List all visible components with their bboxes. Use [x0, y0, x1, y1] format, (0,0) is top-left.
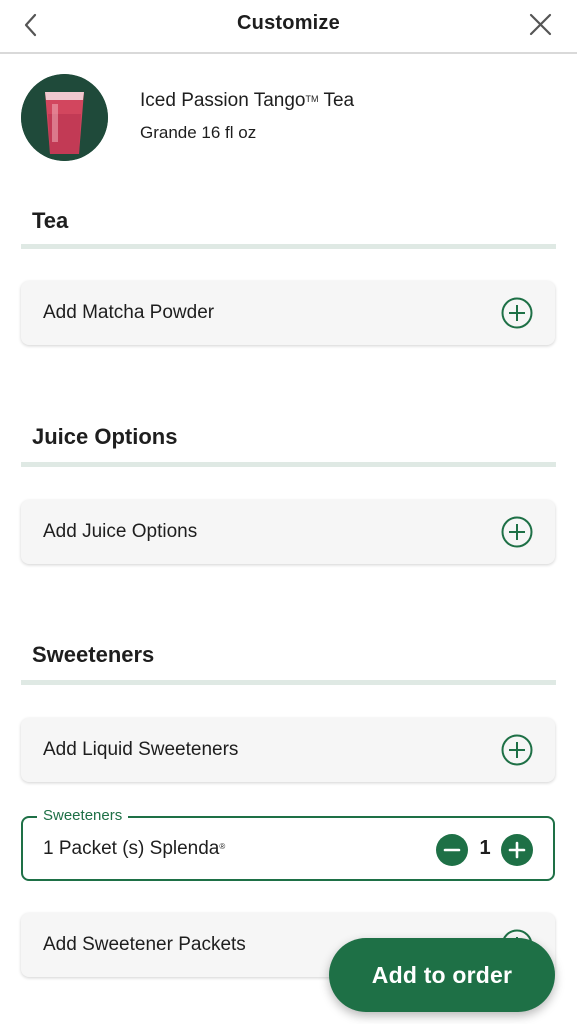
decrease-quantity-button[interactable] — [436, 834, 468, 866]
add-circle-icon[interactable] — [501, 734, 533, 766]
selected-sweetener-label: 1 Packet (s) Splenda® — [43, 838, 226, 859]
close-icon[interactable] — [525, 10, 555, 40]
add-to-order-button[interactable]: Add to order — [329, 938, 555, 1012]
option-label: Add Sweetener Packets — [43, 934, 246, 955]
quantity-value: 1 — [479, 837, 491, 859]
sweetener-packets-selected: Sweeteners 1 Packet (s) Splenda® 1 — [21, 807, 555, 881]
add-circle-icon[interactable] — [501, 516, 533, 548]
option-label: Add Matcha Powder — [43, 302, 215, 323]
add-liquid-sweeteners-option[interactable]: Add Liquid Sweeteners — [21, 718, 555, 782]
section-divider — [21, 680, 556, 685]
product-size: Grande 16 fl oz — [140, 123, 257, 142]
section-divider — [21, 244, 556, 249]
add-juice-options-option[interactable]: Add Juice Options — [21, 500, 555, 564]
increase-quantity-button[interactable] — [501, 834, 533, 866]
add-matcha-powder-option[interactable]: Add Matcha Powder — [21, 281, 555, 345]
section-divider — [21, 462, 556, 467]
product-name: Iced Passion TangoTM Tea — [140, 90, 355, 111]
page-title: Customize — [237, 12, 340, 34]
product-image — [21, 74, 108, 161]
field-legend: Sweeteners — [37, 807, 129, 824]
top-bar: Customize — [0, 0, 577, 54]
section-title-juice: Juice Options — [32, 424, 178, 449]
option-label: Add Liquid Sweeteners — [43, 739, 239, 760]
option-label: Add Juice Options — [43, 521, 198, 542]
section-title-tea: Tea — [32, 208, 69, 233]
add-circle-icon[interactable] — [501, 297, 533, 329]
section-title-sweeteners: Sweeteners — [32, 642, 155, 667]
